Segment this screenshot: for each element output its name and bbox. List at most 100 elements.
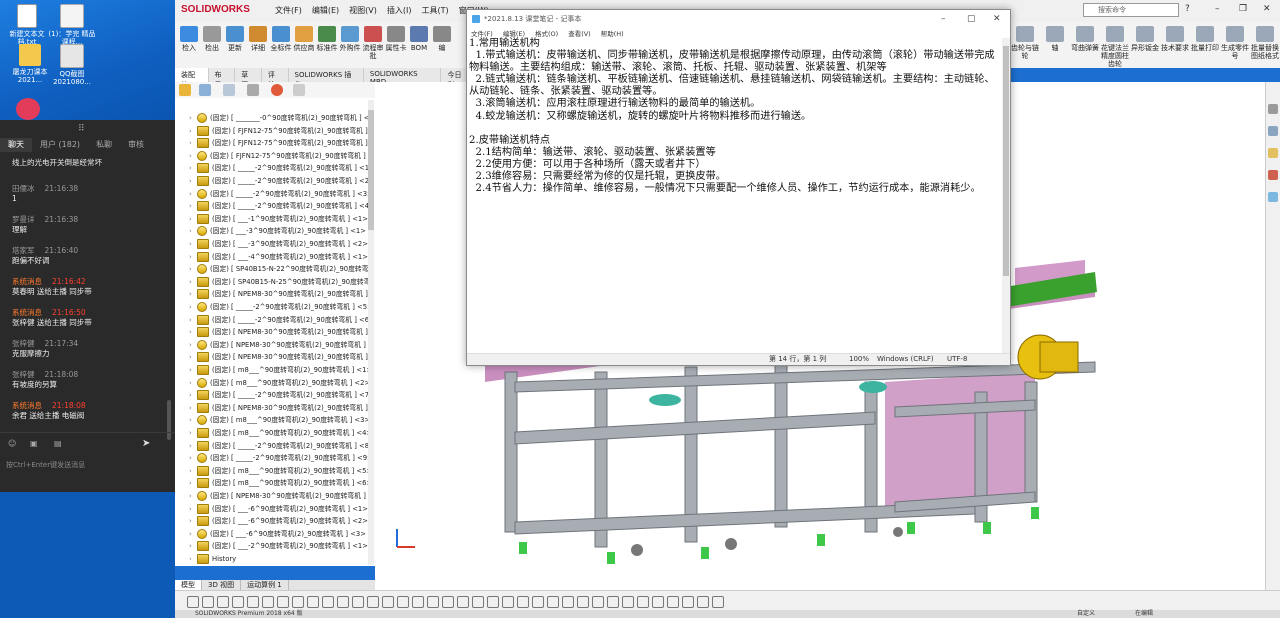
ribbon-button[interactable]: 标准件 bbox=[315, 26, 339, 52]
property-manager-icon[interactable] bbox=[199, 84, 211, 96]
view-tool-icon[interactable] bbox=[277, 596, 289, 608]
expand-arrow-icon[interactable]: › bbox=[189, 150, 197, 162]
more-icon[interactable] bbox=[293, 84, 305, 96]
app-icon[interactable] bbox=[16, 98, 40, 120]
tree-item[interactable]: › (固定) [ ___-6^90度转弯机(2)_90度转弯机 ] <3> bbox=[189, 528, 366, 540]
tree-item[interactable]: › (固定) [ SP40B15-N-22^90度转弯机(2)_90度转弯 bbox=[189, 263, 368, 275]
desktop-icon-course[interactable]: (1)：学完 精品课程... bbox=[48, 4, 96, 46]
expand-arrow-icon[interactable]: › bbox=[189, 503, 197, 515]
tree-item[interactable]: › (固定) [ ___-3^90度转弯机(2)_90度转弯机 ] <1> bbox=[189, 225, 366, 237]
emoji-icon[interactable]: ☺ bbox=[8, 439, 16, 448]
view-tool-icon[interactable] bbox=[592, 596, 604, 608]
view-tool-icon[interactable] bbox=[397, 596, 409, 608]
expand-arrow-icon[interactable]: › bbox=[189, 440, 197, 452]
expand-arrow-icon[interactable]: › bbox=[189, 389, 197, 401]
tree-item[interactable]: › (固定) [ _____-2^90度转弯机(2)_90度转弯机 ] <5> bbox=[189, 301, 373, 313]
tree-item[interactable]: › (固定) [ _____-2^90度转弯机(2)_90度转弯机 ] <6> bbox=[189, 314, 375, 326]
menu-view[interactable]: 视图(V) bbox=[349, 5, 377, 16]
tree-scrollbar[interactable] bbox=[368, 100, 374, 565]
tree-item[interactable]: › (固定) [ SP40B15-N-25^90度转弯机(2)_90度转弯 bbox=[189, 276, 370, 288]
command-tab[interactable]: 评估 bbox=[262, 68, 289, 89]
expand-arrow-icon[interactable]: › bbox=[189, 276, 197, 288]
design-library-icon[interactable] bbox=[1268, 126, 1278, 136]
view-tool-icon[interactable] bbox=[622, 596, 634, 608]
tree-item[interactable]: › (固定) [ m8___^90度转弯机(2)_90度转弯机 ] <1> bbox=[189, 364, 372, 376]
close-icon[interactable]: ✕ bbox=[993, 10, 1001, 28]
view-tool-icon[interactable] bbox=[427, 596, 439, 608]
expand-arrow-icon[interactable]: › bbox=[189, 540, 197, 552]
ribbon-button[interactable]: 供应商 bbox=[292, 26, 316, 52]
view-tool-icon[interactable] bbox=[667, 596, 679, 608]
menu-file[interactable]: 文件(F) bbox=[275, 5, 302, 16]
notepad-scrollbar[interactable] bbox=[1002, 38, 1010, 354]
command-tab[interactable]: 装配体 bbox=[175, 68, 209, 89]
expand-arrow-icon[interactable]: › bbox=[189, 490, 197, 502]
tree-item[interactable]: › (固定) [ _____-2^90度转弯机(2)_90度转弯机 ] <4> bbox=[189, 200, 375, 212]
expand-arrow-icon[interactable]: › bbox=[189, 301, 197, 313]
tree-item[interactable]: › (固定) [ NPEM8-30^90度转弯机(2)_90度转弯机 ] bbox=[189, 351, 368, 363]
restore-icon[interactable]: ❐ bbox=[1239, 4, 1247, 14]
menu-file[interactable]: 文件(F) bbox=[471, 28, 493, 38]
ribbon-tool-button[interactable]: 弯曲弹簧 bbox=[1070, 26, 1100, 52]
view-tool-icon[interactable] bbox=[577, 596, 589, 608]
image-icon[interactable]: ▣ bbox=[30, 439, 38, 448]
tree-item[interactable]: › (固定) [ m8___^90度转弯机(2)_90度转弯机 ] <4> bbox=[189, 427, 372, 439]
expand-arrow-icon[interactable]: › bbox=[189, 465, 197, 477]
tree-item[interactable]: › (固定) [ _______-0^90度转弯机(2)_90度转弯机 ] < bbox=[189, 112, 370, 124]
ribbon-button[interactable]: 全标件 bbox=[269, 26, 293, 52]
ribbon-tool-button[interactable]: 异形钣金 bbox=[1130, 26, 1160, 52]
expand-arrow-icon[interactable]: › bbox=[189, 238, 197, 250]
dimxpert-icon[interactable] bbox=[247, 84, 259, 96]
close-icon[interactable]: ✕ bbox=[1263, 4, 1271, 14]
tree-item[interactable]: › (固定) [ FJFN12-75^90度转弯机(2)_90度转弯机 ] bbox=[189, 137, 368, 149]
expand-arrow-icon[interactable]: › bbox=[189, 188, 197, 200]
tree-item[interactable]: › (固定) [ NPEM8-30^90度转弯机(2)_90度转弯机 ] bbox=[189, 288, 368, 300]
expand-arrow-icon[interactable]: › bbox=[189, 162, 197, 174]
view-tool-icon[interactable] bbox=[412, 596, 424, 608]
send-icon[interactable]: ➤ bbox=[142, 438, 150, 449]
maximize-icon[interactable]: ▢ bbox=[967, 10, 976, 28]
view-tool-icon[interactable] bbox=[352, 596, 364, 608]
expand-arrow-icon[interactable]: › bbox=[189, 427, 197, 439]
expand-arrow-icon[interactable]: › bbox=[189, 339, 197, 351]
view-tool-icon[interactable] bbox=[712, 596, 724, 608]
expand-arrow-icon[interactable]: › bbox=[189, 200, 197, 212]
view-tool-icon[interactable] bbox=[262, 596, 274, 608]
expand-arrow-icon[interactable]: › bbox=[189, 213, 197, 225]
tree-item[interactable]: › (固定) [ m8___^90度转弯机(2)_90度转弯机 ] <5> bbox=[189, 465, 372, 477]
minimize-icon[interactable]: – bbox=[941, 10, 946, 28]
desktop-icon-screenshot[interactable]: QQ截图 2021080... bbox=[48, 44, 96, 86]
ribbon-tool-button[interactable]: 齿轮与链轮 bbox=[1010, 26, 1040, 60]
menu-tools[interactable]: 工具(T) bbox=[421, 5, 448, 16]
ribbon-button[interactable]: 详细 bbox=[246, 26, 270, 52]
ribbon-tool-button[interactable]: 批量打印 bbox=[1190, 26, 1220, 52]
expand-arrow-icon[interactable]: › bbox=[189, 251, 197, 263]
view-tool-icon[interactable] bbox=[247, 596, 259, 608]
expand-arrow-icon[interactable]: › bbox=[189, 414, 197, 426]
minimize-icon[interactable]: – bbox=[1215, 4, 1220, 14]
view-tool-icon[interactable] bbox=[697, 596, 709, 608]
resources-icon[interactable] bbox=[1268, 104, 1278, 114]
tab-chat[interactable]: 聊天 bbox=[0, 138, 32, 152]
expand-arrow-icon[interactable]: › bbox=[189, 402, 197, 414]
expand-arrow-icon[interactable]: › bbox=[189, 288, 197, 300]
tree-item[interactable]: › (固定) [ ___-3^90度转弯机(2)_90度转弯机 ] <2> bbox=[189, 238, 368, 250]
tree-item[interactable]: › (固定) [ ___-4^90度转弯机(2)_90度转弯机 ] <1> bbox=[189, 251, 368, 263]
expand-arrow-icon[interactable]: › bbox=[189, 263, 197, 275]
command-tab[interactable]: 草图 bbox=[235, 68, 262, 89]
menu-view[interactable]: 查看(V) bbox=[568, 28, 591, 38]
view-tool-icon[interactable] bbox=[472, 596, 484, 608]
view-tool-icon[interactable] bbox=[232, 596, 244, 608]
command-tab[interactable]: 布局 bbox=[209, 68, 236, 89]
expand-arrow-icon[interactable]: › bbox=[189, 175, 197, 187]
tree-item[interactable]: › (固定) [ _____-2^90度转弯机(2)_90度转弯机 ] <3> bbox=[189, 188, 373, 200]
menu-edit[interactable]: 编辑(E) bbox=[312, 5, 339, 16]
view-tool-icon[interactable] bbox=[562, 596, 574, 608]
menu-insert[interactable]: 插入(I) bbox=[387, 5, 412, 16]
chat-input[interactable]: 按Ctrl+Enter键发送消息 bbox=[6, 460, 85, 470]
view-tool-icon[interactable] bbox=[682, 596, 694, 608]
view-tool-icon[interactable] bbox=[217, 596, 229, 608]
expand-arrow-icon[interactable]: › bbox=[189, 225, 197, 237]
ribbon-button[interactable]: BOM bbox=[407, 26, 431, 52]
ribbon-button[interactable]: 流程审批 bbox=[361, 26, 385, 60]
